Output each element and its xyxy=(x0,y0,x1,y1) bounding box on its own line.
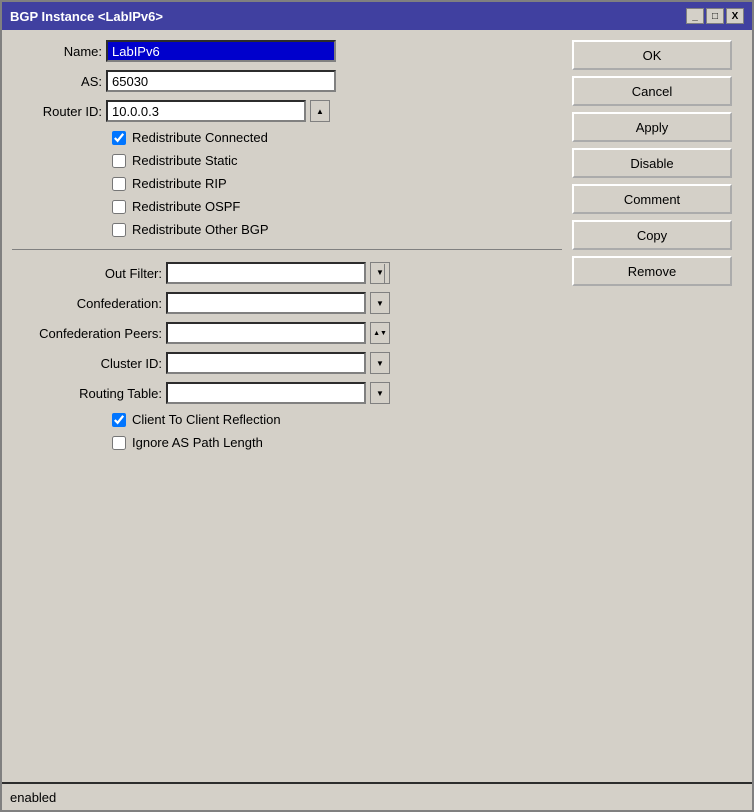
confederation-peers-row: Confederation Peers: xyxy=(12,322,562,344)
ok-button[interactable]: OK xyxy=(572,40,732,70)
cluster-id-label: Cluster ID: xyxy=(12,356,162,371)
redistribute-rip-label: Redistribute RIP xyxy=(132,176,227,191)
name-input[interactable] xyxy=(106,40,336,62)
bgp-instance-window: BGP Instance <LabIPv6> _ □ X Name: AS: R… xyxy=(0,0,754,812)
restore-button[interactable]: □ xyxy=(706,8,724,24)
cluster-id-dropdown-button[interactable] xyxy=(370,352,390,374)
out-filter-row: Out Filter: ▼ xyxy=(12,262,562,284)
routing-table-dropdown-button[interactable] xyxy=(370,382,390,404)
redistribute-connected-row: Redistribute Connected xyxy=(12,130,562,145)
redistribute-ospf-checkbox[interactable] xyxy=(112,200,126,214)
ignore-as-path-row: Ignore AS Path Length xyxy=(12,435,562,450)
redistribute-other-bgp-label: Redistribute Other BGP xyxy=(132,222,269,237)
client-to-client-row: Client To Client Reflection xyxy=(12,412,562,427)
redistribute-ospf-row: Redistribute OSPF xyxy=(12,199,562,214)
redistribute-rip-row: Redistribute RIP xyxy=(12,176,562,191)
confederation-dropdown-button[interactable] xyxy=(370,292,390,314)
ignore-as-path-label: Ignore AS Path Length xyxy=(132,435,263,450)
window-title: BGP Instance <LabIPv6> xyxy=(10,9,163,24)
confederation-peers-input[interactable] xyxy=(166,322,366,344)
redistribute-other-bgp-row: Redistribute Other BGP xyxy=(12,222,562,237)
as-row: AS: xyxy=(12,70,562,92)
router-id-row: Router ID: xyxy=(12,100,562,122)
redistribute-connected-label: Redistribute Connected xyxy=(132,130,268,145)
redistribute-rip-checkbox[interactable] xyxy=(112,177,126,191)
out-filter-label: Out Filter: xyxy=(12,266,162,281)
status-text: enabled xyxy=(10,790,56,805)
routing-table-row: Routing Table: xyxy=(12,382,562,404)
as-label: AS: xyxy=(12,74,102,89)
router-id-input[interactable] xyxy=(106,100,306,122)
minimize-button[interactable]: _ xyxy=(686,8,704,24)
redistribute-ospf-label: Redistribute OSPF xyxy=(132,199,240,214)
sidebar: OK Cancel Apply Disable Comment Copy Rem… xyxy=(572,40,742,772)
client-to-client-label: Client To Client Reflection xyxy=(132,412,281,427)
statusbar: enabled xyxy=(2,782,752,810)
router-id-up-button[interactable] xyxy=(310,100,330,122)
confederation-input[interactable] xyxy=(166,292,366,314)
redistribute-static-row: Redistribute Static xyxy=(12,153,562,168)
disable-button[interactable]: Disable xyxy=(572,148,732,178)
confederation-row: Confederation: xyxy=(12,292,562,314)
redistribute-static-label: Redistribute Static xyxy=(132,153,238,168)
confederation-peers-spin-button[interactable] xyxy=(370,322,390,344)
separator xyxy=(12,249,562,250)
redistribute-other-bgp-checkbox[interactable] xyxy=(112,223,126,237)
apply-button[interactable]: Apply xyxy=(572,112,732,142)
main-panel: Name: AS: Router ID: Redistribute Connec… xyxy=(12,40,562,772)
titlebar-buttons: _ □ X xyxy=(686,8,744,24)
routing-table-label: Routing Table: xyxy=(12,386,162,401)
name-row: Name: xyxy=(12,40,562,62)
content-area: Name: AS: Router ID: Redistribute Connec… xyxy=(2,30,752,782)
cluster-id-input[interactable] xyxy=(166,352,366,374)
router-id-label: Router ID: xyxy=(12,104,102,119)
cancel-button[interactable]: Cancel xyxy=(572,76,732,106)
confederation-label: Confederation: xyxy=(12,296,162,311)
out-filter-input[interactable] xyxy=(166,262,366,284)
redistribute-static-checkbox[interactable] xyxy=(112,154,126,168)
out-filter-dropdown-button[interactable]: ▼ xyxy=(370,262,390,284)
titlebar: BGP Instance <LabIPv6> _ □ X xyxy=(2,2,752,30)
copy-button[interactable]: Copy xyxy=(572,220,732,250)
client-to-client-checkbox[interactable] xyxy=(112,413,126,427)
comment-button[interactable]: Comment xyxy=(572,184,732,214)
remove-button[interactable]: Remove xyxy=(572,256,732,286)
redistribute-connected-checkbox[interactable] xyxy=(112,131,126,145)
routing-table-input[interactable] xyxy=(166,382,366,404)
name-label: Name: xyxy=(12,44,102,59)
ignore-as-path-checkbox[interactable] xyxy=(112,436,126,450)
confederation-peers-label: Confederation Peers: xyxy=(12,326,162,341)
as-input[interactable] xyxy=(106,70,336,92)
close-button[interactable]: X xyxy=(726,8,744,24)
cluster-id-row: Cluster ID: xyxy=(12,352,562,374)
